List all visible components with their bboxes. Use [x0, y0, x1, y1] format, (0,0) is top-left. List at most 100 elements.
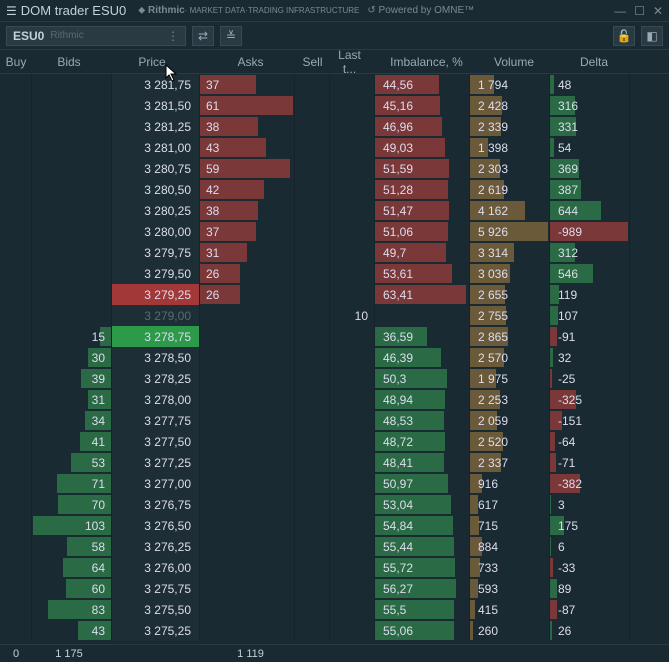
- ask-cell[interactable]: 26: [200, 263, 295, 284]
- ask-cell[interactable]: [200, 410, 295, 431]
- sell-cell[interactable]: [295, 305, 330, 326]
- sell-cell[interactable]: [295, 557, 330, 578]
- ask-cell[interactable]: [200, 326, 295, 347]
- ask-cell[interactable]: [200, 431, 295, 452]
- price-row[interactable]: 303 278,5046,392 57032: [0, 347, 669, 368]
- price-row[interactable]: 583 276,2555,448846: [0, 536, 669, 557]
- price-cell[interactable]: 3 275,25: [112, 620, 200, 641]
- minimize-icon[interactable]: —: [614, 4, 626, 18]
- buy-cell[interactable]: [0, 221, 32, 242]
- buy-cell[interactable]: [0, 578, 32, 599]
- bid-cell[interactable]: 30: [32, 347, 112, 368]
- sell-cell[interactable]: [295, 137, 330, 158]
- sell-cell[interactable]: [295, 221, 330, 242]
- menu-icon[interactable]: ☰: [6, 4, 17, 18]
- price-row[interactable]: 1033 276,5054,84715175: [0, 515, 669, 536]
- ask-cell[interactable]: [200, 515, 295, 536]
- ask-cell[interactable]: [200, 452, 295, 473]
- header-volume[interactable]: Volume: [470, 55, 550, 69]
- buy-cell[interactable]: [0, 158, 32, 179]
- price-cell[interactable]: 3 276,50: [112, 515, 200, 536]
- ask-cell[interactable]: [200, 536, 295, 557]
- price-row[interactable]: 153 278,7536,592 865-91: [0, 326, 669, 347]
- price-row[interactable]: 3 281,753744,561 79448: [0, 74, 669, 95]
- buy-cell[interactable]: [0, 116, 32, 137]
- bid-cell[interactable]: 58: [32, 536, 112, 557]
- price-row[interactable]: 703 276,7553,046173: [0, 494, 669, 515]
- buy-cell[interactable]: [0, 200, 32, 221]
- price-cell[interactable]: 3 275,50: [112, 599, 200, 620]
- ask-cell[interactable]: 31: [200, 242, 295, 263]
- sell-cell[interactable]: [295, 74, 330, 95]
- bid-cell[interactable]: 83: [32, 599, 112, 620]
- sell-cell[interactable]: [295, 242, 330, 263]
- settings-button[interactable]: ⇄: [192, 26, 214, 46]
- price-row[interactable]: 3 280,003751,065 926-989: [0, 221, 669, 242]
- buy-cell[interactable]: [0, 179, 32, 200]
- price-cell[interactable]: 3 278,25: [112, 368, 200, 389]
- price-cell[interactable]: 3 276,75: [112, 494, 200, 515]
- dom-grid[interactable]: 3 281,753744,561 794483 281,506145,162 4…: [0, 74, 669, 641]
- sell-cell[interactable]: [295, 284, 330, 305]
- price-row[interactable]: 413 277,5048,722 520-64: [0, 431, 669, 452]
- header-buy[interactable]: Buy: [0, 55, 32, 69]
- symbol-more-icon[interactable]: ⋮: [167, 29, 179, 43]
- sell-cell[interactable]: [295, 620, 330, 641]
- bid-cell[interactable]: [32, 263, 112, 284]
- price-row[interactable]: 3 281,506145,162 428316: [0, 95, 669, 116]
- price-cell[interactable]: 3 281,50: [112, 95, 200, 116]
- buy-cell[interactable]: [0, 452, 32, 473]
- sell-cell[interactable]: [295, 599, 330, 620]
- price-row[interactable]: 3 280,755951,592 303369: [0, 158, 669, 179]
- sell-cell[interactable]: [295, 368, 330, 389]
- price-cell[interactable]: 3 281,25: [112, 116, 200, 137]
- sell-cell[interactable]: [295, 95, 330, 116]
- ask-cell[interactable]: [200, 473, 295, 494]
- ask-cell[interactable]: 59: [200, 158, 295, 179]
- price-cell[interactable]: 3 279,50: [112, 263, 200, 284]
- buy-cell[interactable]: [0, 326, 32, 347]
- price-cell[interactable]: 3 277,25: [112, 452, 200, 473]
- sell-cell[interactable]: [295, 410, 330, 431]
- bid-cell[interactable]: 31: [32, 389, 112, 410]
- bid-cell[interactable]: 43: [32, 620, 112, 641]
- ask-cell[interactable]: [200, 494, 295, 515]
- header-last[interactable]: Last t...: [330, 48, 375, 76]
- buy-cell[interactable]: [0, 347, 32, 368]
- price-cell[interactable]: 3 280,25: [112, 200, 200, 221]
- price-row[interactable]: 393 278,2550,31 975-25: [0, 368, 669, 389]
- buy-cell[interactable]: [0, 431, 32, 452]
- buy-cell[interactable]: [0, 368, 32, 389]
- price-row[interactable]: 3 281,004349,031 39854: [0, 137, 669, 158]
- ask-cell[interactable]: 37: [200, 221, 295, 242]
- bid-cell[interactable]: 53: [32, 452, 112, 473]
- price-row[interactable]: 3 279,00102 755107: [0, 305, 669, 326]
- bid-cell[interactable]: [32, 242, 112, 263]
- sell-cell[interactable]: [295, 515, 330, 536]
- buy-cell[interactable]: [0, 389, 32, 410]
- header-price[interactable]: Price: [112, 55, 200, 69]
- header-asks[interactable]: Asks: [200, 55, 295, 69]
- ask-cell[interactable]: 38: [200, 200, 295, 221]
- price-row[interactable]: 3 280,504251,282 619387: [0, 179, 669, 200]
- sell-cell[interactable]: [295, 473, 330, 494]
- sell-cell[interactable]: [295, 116, 330, 137]
- price-row[interactable]: 643 276,0055,72733-33: [0, 557, 669, 578]
- bid-cell[interactable]: 15: [32, 326, 112, 347]
- buy-cell[interactable]: [0, 95, 32, 116]
- ask-cell[interactable]: 26: [200, 284, 295, 305]
- sell-cell[interactable]: [295, 200, 330, 221]
- price-row[interactable]: 313 278,0048,942 253-325: [0, 389, 669, 410]
- bid-cell[interactable]: 64: [32, 557, 112, 578]
- bid-cell[interactable]: 60: [32, 578, 112, 599]
- sell-cell[interactable]: [295, 158, 330, 179]
- symbol-input[interactable]: ESU0 Rithmic ⋮: [6, 26, 186, 46]
- bid-cell[interactable]: 103: [32, 515, 112, 536]
- sell-cell[interactable]: [295, 179, 330, 200]
- ask-cell[interactable]: 43: [200, 137, 295, 158]
- bid-cell[interactable]: [32, 200, 112, 221]
- price-cell[interactable]: 3 280,00: [112, 221, 200, 242]
- ask-cell[interactable]: [200, 599, 295, 620]
- buy-cell[interactable]: [0, 410, 32, 431]
- price-row[interactable]: 3 279,252663,412 655119: [0, 284, 669, 305]
